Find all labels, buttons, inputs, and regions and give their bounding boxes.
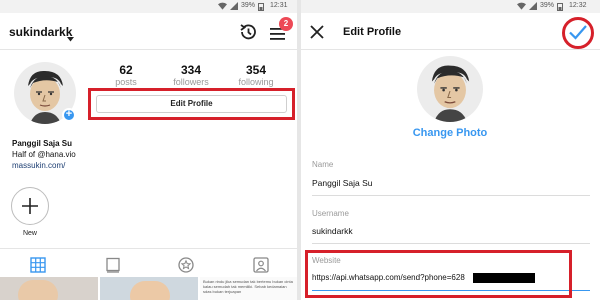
profile-photo[interactable] bbox=[417, 56, 483, 122]
posts-stat[interactable]: 62 posts bbox=[101, 63, 151, 87]
status-bar: 39% 12:31 bbox=[0, 0, 297, 13]
bio-text: Half of @hana.vio bbox=[12, 150, 76, 159]
tagged-icon[interactable] bbox=[253, 257, 269, 278]
followers-count: 334 bbox=[180, 63, 202, 77]
tabs-divider bbox=[0, 248, 297, 249]
header-divider bbox=[0, 49, 297, 50]
edit-profile-screen: 39% 12:32 Edit Profile Change Photo Name… bbox=[301, 0, 600, 300]
post-thumbnail[interactable] bbox=[100, 277, 198, 300]
wifi-icon bbox=[218, 2, 227, 12]
following-stat[interactable]: 354 following bbox=[229, 63, 283, 87]
new-highlight-label: New bbox=[22, 230, 37, 237]
username-label: Username bbox=[312, 209, 349, 218]
post-thumbnail[interactable] bbox=[0, 277, 98, 300]
following-count: 354 bbox=[245, 63, 267, 77]
change-photo-link[interactable]: Change Photo bbox=[380, 127, 520, 139]
clock-time: 12:32 bbox=[569, 2, 587, 9]
grid-view-icon[interactable] bbox=[30, 257, 46, 278]
bio-name: Panggil Saja Su bbox=[12, 139, 73, 148]
profile-username[interactable]: sukindarkk bbox=[9, 25, 72, 39]
post-thumbnail-text[interactable]: Bukan rindu jika semudan tak bertemu buk… bbox=[200, 277, 297, 300]
battery-icon bbox=[556, 2, 564, 13]
name-label: Name bbox=[312, 160, 334, 169]
following-label: following bbox=[238, 77, 274, 87]
chevron-down-icon[interactable] bbox=[67, 29, 74, 47]
website-highlight-annotation bbox=[305, 250, 572, 298]
new-highlight-button[interactable] bbox=[11, 187, 49, 225]
post-photo bbox=[18, 280, 58, 300]
highlight-annotation bbox=[88, 88, 295, 120]
name-field[interactable]: Panggil Saja Su bbox=[312, 178, 373, 188]
list-view-icon[interactable] bbox=[105, 257, 121, 278]
notification-badge[interactable]: 2 bbox=[279, 17, 293, 31]
followers-label: followers bbox=[173, 77, 209, 87]
history-icon[interactable] bbox=[238, 22, 258, 47]
plus-icon bbox=[22, 198, 38, 214]
bio-link[interactable]: massukin.com/ bbox=[12, 161, 65, 170]
header-divider bbox=[301, 49, 600, 50]
saved-star-icon[interactable] bbox=[178, 257, 194, 278]
post-photo bbox=[130, 281, 170, 300]
username-field[interactable]: sukindarkk bbox=[312, 226, 353, 236]
battery-percent: 39% bbox=[241, 2, 256, 9]
posts-count: 62 bbox=[119, 63, 133, 77]
signal-icon bbox=[230, 2, 238, 12]
username-field-underline bbox=[312, 243, 590, 244]
save-highlight-annotation bbox=[562, 17, 594, 49]
battery-icon bbox=[257, 2, 265, 13]
status-bar: 39% 12:32 bbox=[301, 0, 600, 13]
close-icon[interactable] bbox=[309, 24, 325, 45]
add-story-plus-icon[interactable]: + bbox=[62, 108, 76, 122]
wifi-icon bbox=[517, 2, 526, 12]
signal-icon bbox=[529, 2, 537, 12]
battery-percent: 39% bbox=[540, 2, 555, 9]
page-title: Edit Profile bbox=[343, 26, 402, 38]
profile-screen: 39% 12:31 sukindarkk 2 + 62 posts 334 fo… bbox=[0, 0, 297, 300]
posts-label: posts bbox=[115, 77, 137, 87]
avatar-face-icon bbox=[431, 65, 470, 122]
name-field-underline bbox=[312, 195, 590, 196]
clock-time: 12:31 bbox=[270, 2, 288, 9]
followers-stat[interactable]: 334 followers bbox=[164, 63, 218, 87]
